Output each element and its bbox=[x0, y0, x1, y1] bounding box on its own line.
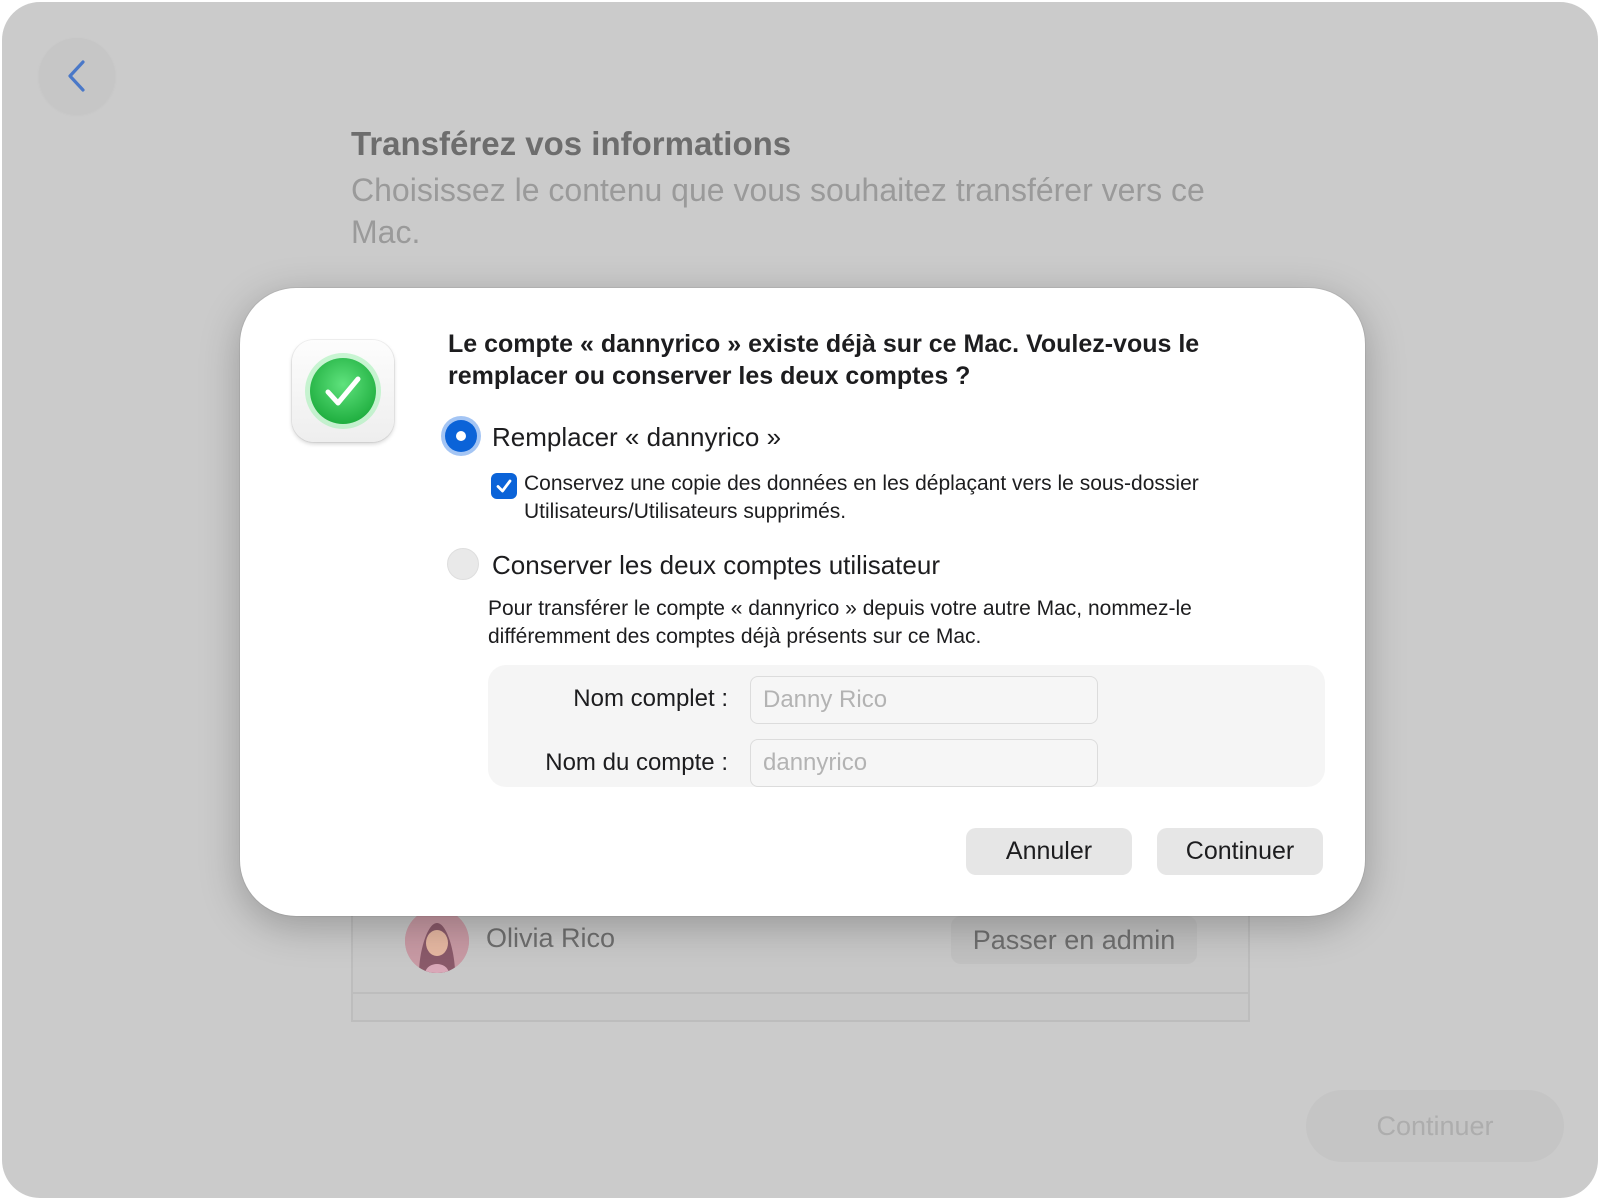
keep-both-radio[interactable] bbox=[447, 548, 479, 580]
avatar bbox=[405, 909, 469, 973]
page-subtitle: Choisissez le contenu que vous souhaitez… bbox=[351, 172, 1205, 250]
page-title: Transférez vos informations bbox=[351, 125, 792, 162]
full-name-label: Nom complet : bbox=[573, 685, 728, 712]
keep-both-help-text: Pour transférer le compte « dannyrico » … bbox=[488, 597, 1192, 648]
list-divider bbox=[353, 992, 1248, 994]
account-conflict-dialog: Le compte « dannyrico » existe déjà sur … bbox=[240, 288, 1365, 916]
green-checkmark-icon bbox=[305, 353, 381, 429]
checkmark-icon bbox=[496, 479, 512, 493]
keep-both-option-label[interactable]: Conserver les deux comptes utilisateur bbox=[492, 550, 940, 581]
keep-copy-checkbox[interactable] bbox=[491, 473, 517, 499]
cancel-button[interactable]: Annuler bbox=[966, 828, 1132, 875]
chevron-left-icon bbox=[68, 60, 85, 92]
rename-form: Nom complet : Nom du compte : bbox=[488, 665, 1325, 787]
continue-button-disabled[interactable]: Continuer bbox=[1306, 1090, 1564, 1162]
keep-copy-label[interactable]: Conservez une copie des données en les d… bbox=[524, 470, 1324, 526]
full-name-field[interactable] bbox=[750, 676, 1098, 724]
app-icon bbox=[292, 340, 394, 442]
dialog-message: Le compte « dannyrico » existe déjà sur … bbox=[448, 330, 1200, 390]
continue-button[interactable]: Continuer bbox=[1157, 828, 1323, 875]
replace-option-label[interactable]: Remplacer « dannyrico » bbox=[492, 422, 781, 453]
account-name-label: Nom du compte : bbox=[545, 749, 728, 776]
make-admin-button[interactable]: Passer en admin bbox=[951, 916, 1197, 964]
migration-assistant-window: Transférez vos informations Choisissez l… bbox=[2, 2, 1598, 1198]
account-name-field[interactable] bbox=[750, 739, 1098, 787]
replace-radio[interactable] bbox=[445, 420, 477, 452]
back-button[interactable] bbox=[39, 38, 115, 114]
user-name: Olivia Rico bbox=[486, 923, 616, 953]
